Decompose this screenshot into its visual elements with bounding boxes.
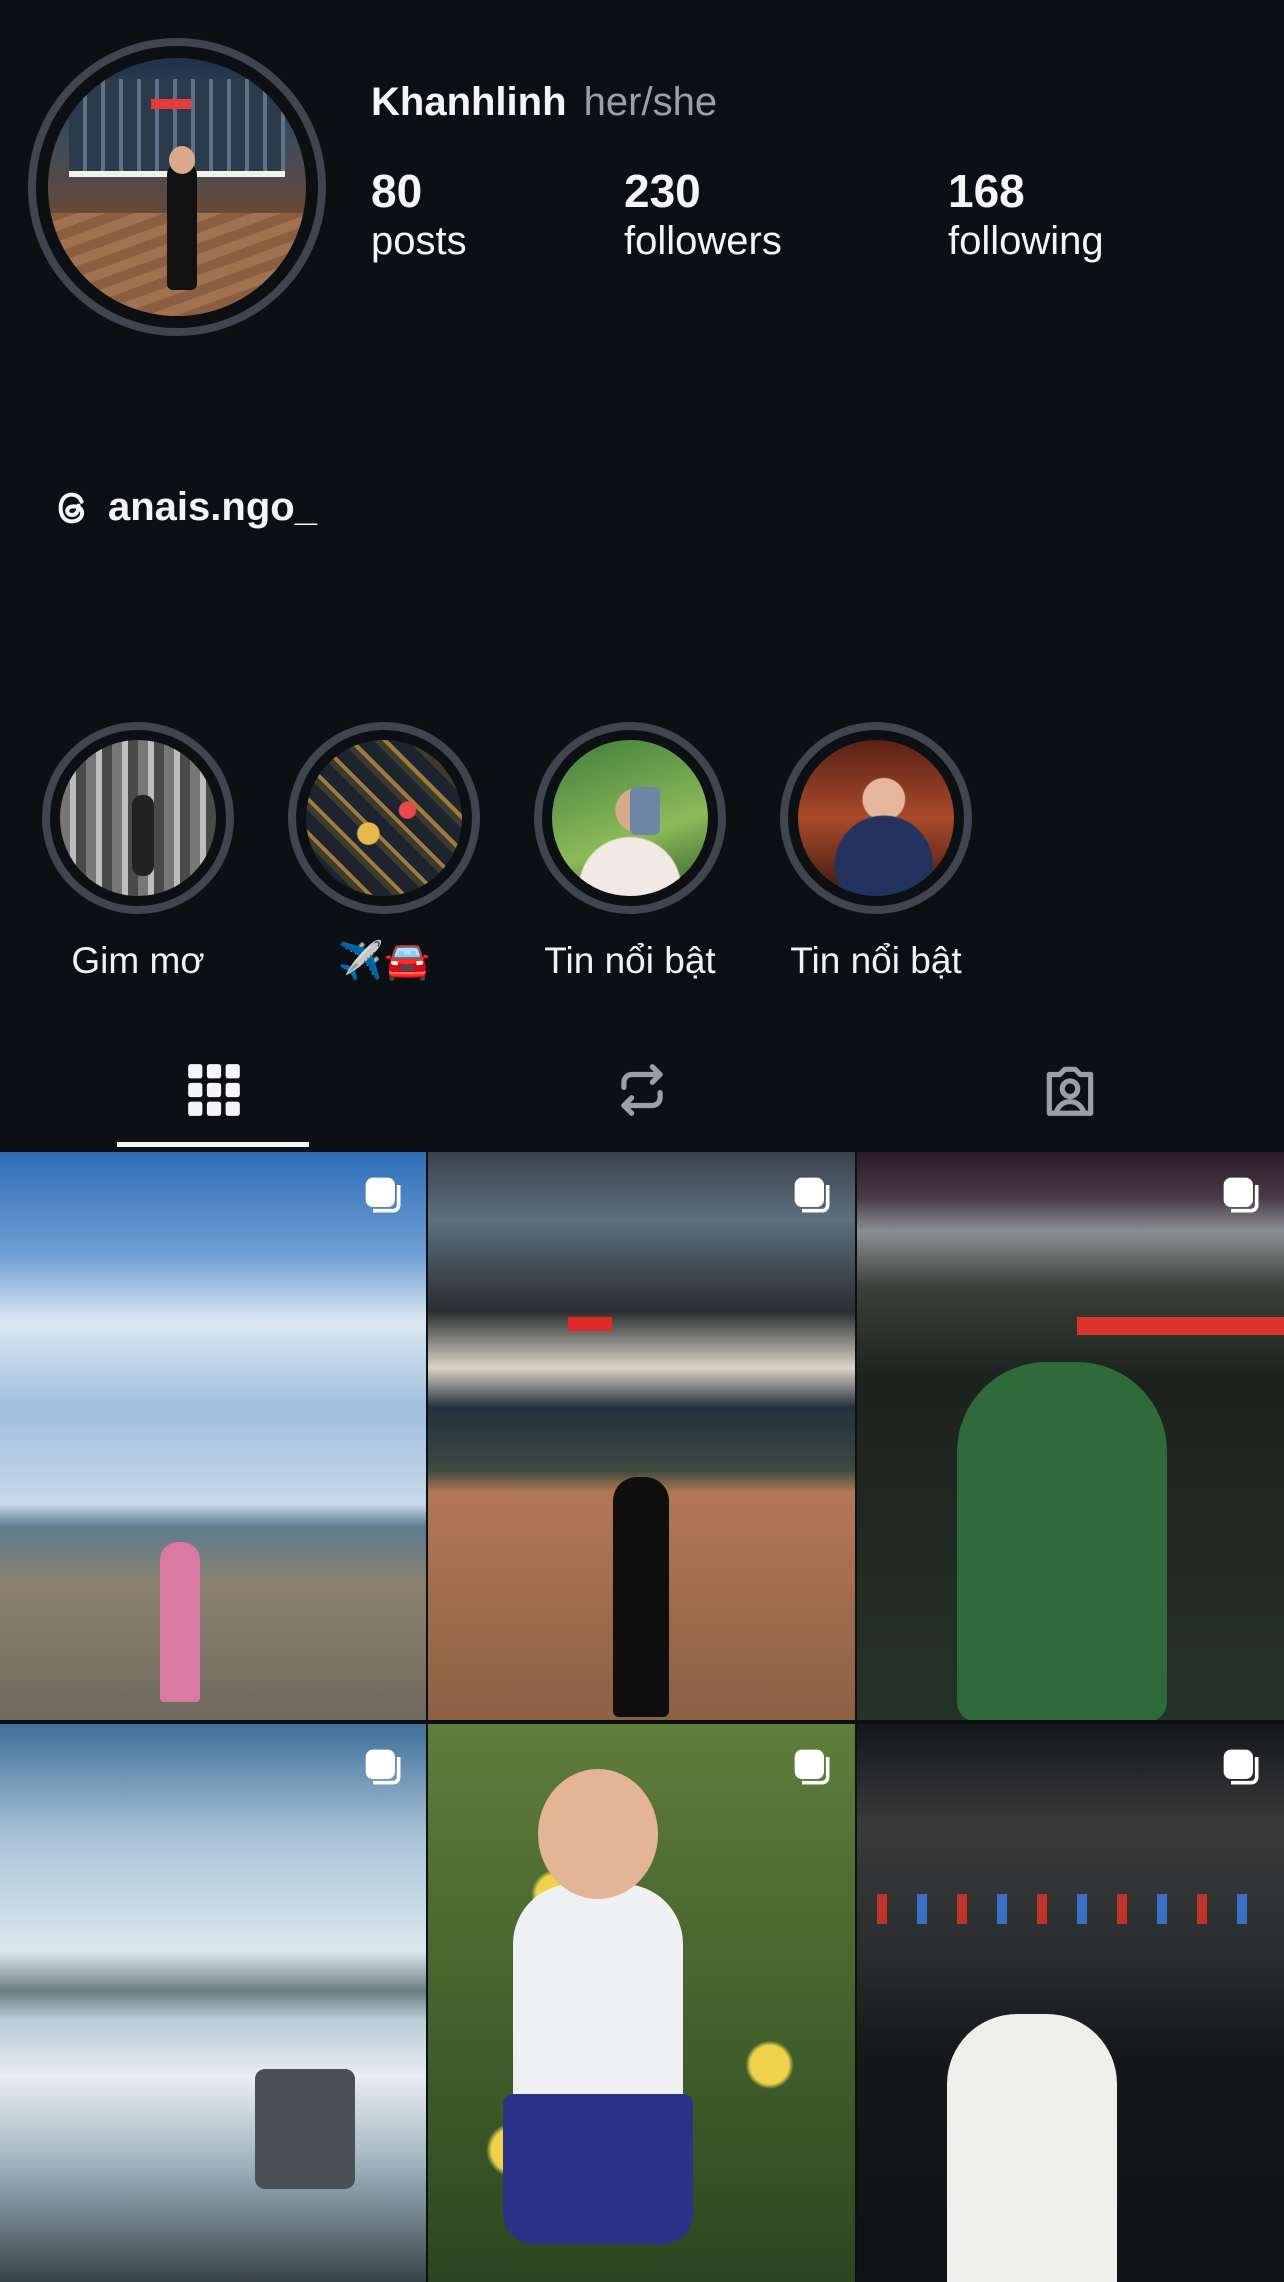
- carousel-icon: [365, 1749, 401, 1785]
- active-tab-indicator: [117, 1142, 309, 1147]
- post-thumbnail[interactable]: [428, 1152, 855, 1720]
- highlight-cover: [306, 740, 462, 896]
- tab-reposts[interactable]: [428, 1030, 856, 1150]
- post-thumbnail[interactable]: [428, 1724, 855, 2282]
- highlight-cover: [60, 740, 216, 896]
- profile-pronouns: her/she: [583, 80, 718, 124]
- stat-followers-label: followers: [624, 219, 782, 263]
- avatar-image: [48, 58, 306, 316]
- highlight-ring: [534, 722, 726, 914]
- carousel-icon: [1223, 1749, 1259, 1785]
- threads-icon: [58, 492, 85, 523]
- tab-tagged[interactable]: [856, 1030, 1284, 1150]
- reposts-icon: [621, 1064, 663, 1116]
- posts-grid: [0, 1152, 1284, 2282]
- highlight-cover: [552, 740, 708, 896]
- profile-avatar[interactable]: [28, 38, 326, 336]
- carousel-icon: [794, 1177, 830, 1213]
- grid-icon: [188, 1064, 240, 1116]
- highlight-item[interactable]: ✈️🚘: [288, 722, 480, 983]
- stat-followers-count: 230: [624, 165, 701, 217]
- carousel-icon: [794, 1749, 830, 1785]
- stat-following-count: 168: [948, 165, 1025, 217]
- tagged-icon: [1046, 1066, 1094, 1116]
- post-thumbnail[interactable]: [857, 1724, 1284, 2282]
- highlight-ring: [288, 722, 480, 914]
- profile-name: Khanhlinh: [371, 80, 567, 124]
- stat-posts-count: 80: [371, 165, 423, 217]
- threads-link[interactable]: anais.ngo_: [50, 485, 317, 530]
- profile-tabs: [0, 1030, 1284, 1150]
- stat-followers[interactable]: 230 followers: [624, 165, 782, 265]
- highlight-item[interactable]: Gim mơ: [42, 722, 234, 982]
- post-thumbnail[interactable]: [857, 1152, 1284, 1720]
- highlight-item[interactable]: Tin nổi bật: [534, 722, 726, 982]
- stat-posts-label: posts: [371, 219, 467, 263]
- post-thumbnail[interactable]: [0, 1152, 426, 1720]
- highlight-label: ✈️🚘: [337, 940, 431, 981]
- tab-posts-grid[interactable]: [0, 1030, 428, 1150]
- stat-posts[interactable]: 80 posts: [371, 165, 467, 265]
- highlight-cover: [798, 740, 954, 896]
- post-thumbnail[interactable]: [0, 1724, 426, 2282]
- profile-name-line: Khanhlinh her/she: [371, 80, 717, 125]
- highlight-label: Gim mơ: [71, 940, 205, 981]
- carousel-icon: [365, 1177, 401, 1213]
- stat-following[interactable]: 168 following: [948, 165, 1104, 265]
- carousel-icon: [1223, 1177, 1259, 1213]
- highlight-ring: [780, 722, 972, 914]
- highlight-ring: [42, 722, 234, 914]
- highlight-label: Tin nổi bật: [790, 940, 962, 981]
- highlight-item[interactable]: Tin nổi bật: [780, 722, 972, 982]
- threads-handle: anais.ngo_: [108, 485, 317, 529]
- stat-following-label: following: [948, 219, 1104, 263]
- highlight-label: Tin nổi bật: [544, 940, 716, 981]
